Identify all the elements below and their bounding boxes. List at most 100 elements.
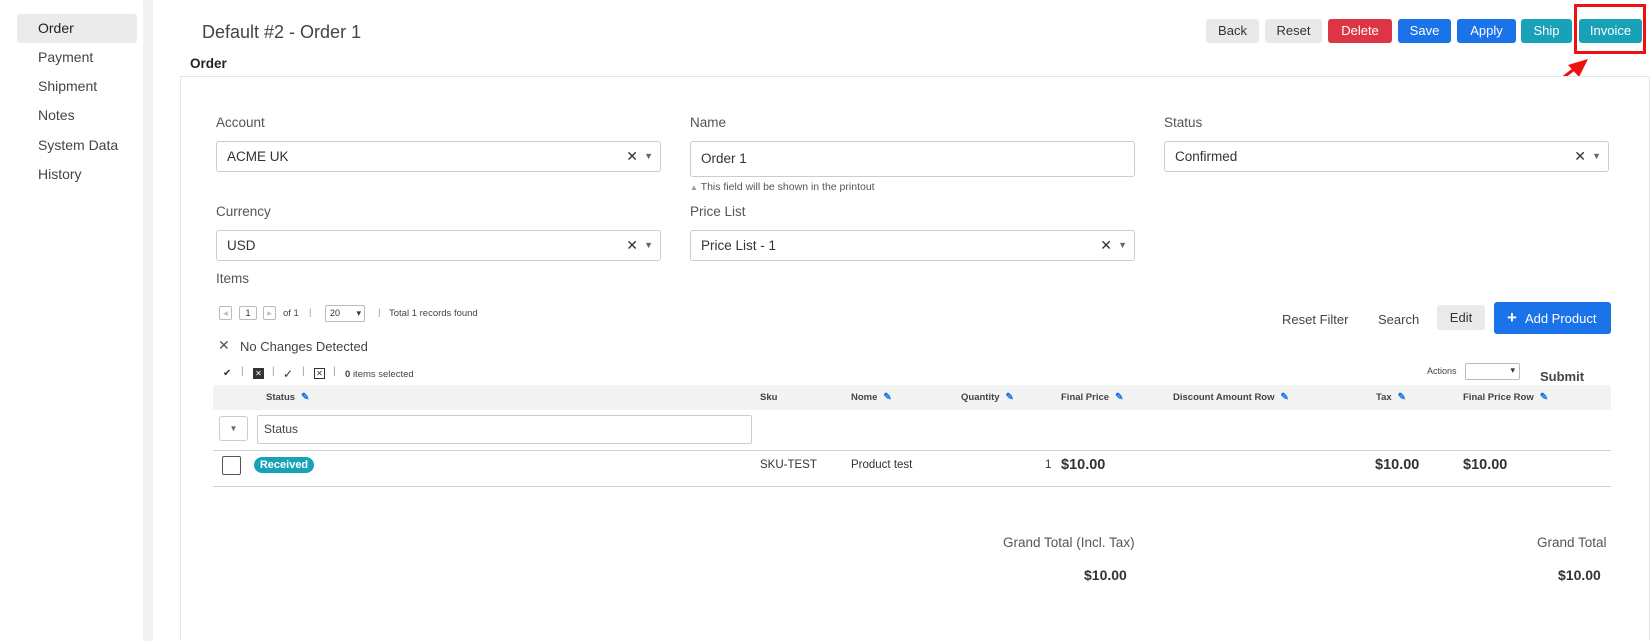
sidebar-item-shipment[interactable]: Shipment bbox=[17, 72, 137, 101]
price-list-value: Price List - 1 bbox=[701, 238, 777, 253]
column-header-quantity: Quantity ✎ bbox=[961, 392, 1014, 403]
actions-select[interactable]: ▾ bbox=[1465, 363, 1520, 380]
status-label: Status bbox=[1164, 115, 1203, 130]
edit-button[interactable]: Edit bbox=[1437, 305, 1485, 330]
clear-icon[interactable]: ✕ bbox=[1100, 231, 1112, 260]
filter-dropdown[interactable]: ▼ bbox=[219, 416, 248, 441]
grand-total-value: $10.00 bbox=[1558, 567, 1601, 583]
invoice-highlight-box bbox=[1574, 4, 1646, 54]
sidebar-item-history[interactable]: History bbox=[17, 160, 137, 189]
column-header-discount-amount-row: Discount Amount Row ✎ bbox=[1173, 392, 1289, 403]
sidebar-item-system-data[interactable]: System Data bbox=[17, 131, 137, 160]
currency-value: USD bbox=[227, 238, 256, 253]
plus-icon: + bbox=[1507, 308, 1517, 327]
toolbar-separator: | bbox=[272, 366, 275, 377]
chevron-down-icon: ▼ bbox=[644, 151, 653, 161]
pencil-icon: ✎ bbox=[883, 392, 892, 403]
add-product-button[interactable]: + Add Product bbox=[1494, 302, 1611, 334]
column-header-final-price: Final Price ✎ bbox=[1061, 392, 1124, 403]
price-list-label: Price List bbox=[690, 204, 746, 219]
section-title: Order bbox=[190, 56, 227, 71]
row-quantity: 1 bbox=[1045, 459, 1052, 471]
page-of-label: of 1 bbox=[283, 308, 299, 319]
clear-icon[interactable]: ✕ bbox=[626, 231, 638, 260]
chevron-down-icon: ▾ bbox=[356, 308, 361, 318]
name-label: Name bbox=[690, 115, 727, 130]
column-header-tax: Tax ✎ bbox=[1376, 392, 1407, 403]
chevron-down-icon: ▼ bbox=[1592, 151, 1601, 161]
name-hint: ▲ This field will be shown in the printo… bbox=[690, 181, 875, 193]
chevron-down-icon: ▼ bbox=[1118, 240, 1127, 250]
no-changes-label: No Changes Detected bbox=[240, 339, 368, 354]
actions-label: Actions bbox=[1427, 366, 1457, 376]
close-icon: ✕ bbox=[218, 337, 230, 353]
pager-separator: | bbox=[378, 307, 381, 318]
sidebar-item-order[interactable]: Order bbox=[17, 14, 137, 43]
page-size-select[interactable]: 20 ▾ bbox=[325, 305, 365, 322]
pencil-icon: ✎ bbox=[1280, 392, 1289, 403]
pencil-icon: ✎ bbox=[1115, 392, 1124, 403]
caret-up-icon: ▲ bbox=[690, 183, 698, 192]
total-records-label: Total 1 records found bbox=[389, 308, 478, 319]
select-all-icon[interactable]: ✔︎ bbox=[223, 368, 231, 379]
toolbar-separator: | bbox=[302, 366, 305, 377]
clear-icon[interactable]: ✕ bbox=[626, 142, 638, 171]
currency-label: Currency bbox=[216, 204, 271, 219]
column-header-status: Status ✎ bbox=[266, 392, 310, 403]
reset-button[interactable]: Reset bbox=[1265, 19, 1322, 43]
chevron-down-icon: ▼ bbox=[229, 424, 238, 433]
save-button[interactable]: Save bbox=[1398, 19, 1451, 43]
grand-total-incl-tax-label: Grand Total (Incl. Tax) bbox=[1003, 535, 1135, 550]
price-list-select[interactable]: Price List - 1 ✕ ▼ bbox=[690, 230, 1135, 261]
page-number-input[interactable]: 1 bbox=[239, 306, 257, 320]
reset-filter-button[interactable]: Reset Filter bbox=[1282, 312, 1348, 327]
status-filter-input[interactable]: Status bbox=[257, 415, 752, 444]
deselect-icon[interactable]: ✕ bbox=[253, 368, 264, 379]
sidebar-item-notes[interactable]: Notes bbox=[17, 101, 137, 130]
selected-count: 0 items selected bbox=[345, 369, 414, 380]
toolbar-separator: | bbox=[241, 366, 244, 377]
uncheck-icon[interactable]: ✕ bbox=[314, 368, 325, 379]
toolbar-separator: | bbox=[333, 366, 336, 377]
sidebar-divider bbox=[143, 0, 153, 641]
sidebar-item-payment[interactable]: Payment bbox=[17, 43, 137, 72]
column-header-sku: Sku bbox=[760, 392, 778, 403]
search-button[interactable]: Search bbox=[1378, 312, 1419, 327]
row-sku: SKU-TEST bbox=[760, 459, 817, 471]
currency-select[interactable]: USD ✕ ▼ bbox=[216, 230, 661, 261]
pencil-icon: ✎ bbox=[1005, 392, 1014, 403]
pager-separator: | bbox=[309, 307, 312, 318]
column-header-nome: Nome ✎ bbox=[851, 392, 892, 403]
row-final-price-row: $10.00 bbox=[1463, 457, 1508, 473]
sidebar: Order Payment Shipment Notes System Data… bbox=[0, 0, 153, 641]
name-input[interactable]: Order 1 bbox=[690, 141, 1135, 177]
items-label: Items bbox=[216, 271, 250, 286]
grand-total-incl-tax-value: $10.00 bbox=[1084, 567, 1127, 583]
account-label: Account bbox=[216, 115, 265, 130]
pencil-icon: ✎ bbox=[1397, 392, 1407, 403]
status-select[interactable]: Confirmed ✕ ▼ bbox=[1164, 141, 1609, 172]
prev-page-icon[interactable]: ◂ bbox=[219, 306, 232, 320]
ship-button[interactable]: Ship bbox=[1521, 19, 1572, 43]
row-name: Product test bbox=[851, 459, 913, 471]
account-value: ACME UK bbox=[227, 149, 289, 164]
row-final-price: $10.00 bbox=[1061, 457, 1106, 473]
apply-button[interactable]: Apply bbox=[1457, 19, 1516, 43]
grand-total-label: Grand Total bbox=[1537, 535, 1607, 550]
check-icon[interactable]: ✓ bbox=[283, 367, 293, 381]
status-badge: Received bbox=[254, 457, 314, 473]
submit-button[interactable]: Submit bbox=[1540, 369, 1584, 384]
column-header-final-price-row: Final Price Row ✎ bbox=[1463, 392, 1549, 403]
clear-icon[interactable]: ✕ bbox=[1574, 142, 1586, 171]
back-button[interactable]: Back bbox=[1206, 19, 1259, 43]
pencil-icon: ✎ bbox=[1539, 392, 1549, 403]
account-select[interactable]: ACME UK ✕ ▼ bbox=[216, 141, 661, 172]
row-divider bbox=[213, 486, 1611, 487]
table-header: Status ✎ Sku Nome ✎ Quantity ✎ Final Price ✎… bbox=[213, 385, 1611, 410]
row-checkbox[interactable] bbox=[222, 456, 241, 475]
next-page-icon[interactable]: ▸ bbox=[263, 306, 276, 320]
chevron-down-icon: ▼ bbox=[644, 240, 653, 250]
status-value: Confirmed bbox=[1175, 149, 1238, 164]
delete-button[interactable]: Delete bbox=[1328, 19, 1392, 43]
page-title: Default #2 - Order 1 bbox=[202, 22, 362, 42]
